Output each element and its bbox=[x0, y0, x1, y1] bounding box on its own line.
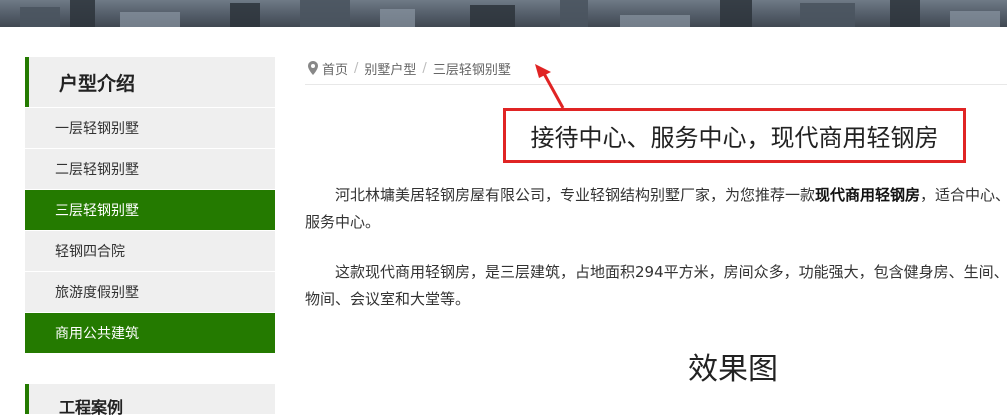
article-paragraph-2: 这款现代商用轻钢房，是三层建筑，占地面积294平方米，房间众多，功能强大，包含健… bbox=[305, 259, 1007, 313]
location-pin-icon bbox=[308, 61, 318, 75]
title-highlight-box: 接待中心、服务中心，现代商用轻钢房 bbox=[503, 108, 966, 163]
article-title: 接待中心、服务中心，现代商用轻钢房 bbox=[530, 124, 939, 152]
paragraph-2-text: 这款现代商用轻钢房，是三层建筑，占地面积294平方米，房间众多，功能强大，包含健… bbox=[305, 263, 1007, 308]
paragraph-1-bold: 现代商用轻钢房 bbox=[815, 186, 921, 204]
paragraph-1-text: 河北林墉美居轻钢房屋有限公司，专业轻钢结构别墅厂家，为您推荐一款 bbox=[335, 186, 816, 204]
sidebar: 户型介绍 一层轻钢别墅 二层轻钢别墅 三层轻钢别墅 轻钢四合院 旅游度假别墅 商用公共建筑 bbox=[25, 57, 275, 353]
breadcrumb-villa-types-link[interactable]: 别墅户型 bbox=[364, 59, 416, 78]
sidebar-item[interactable]: 一层轻钢别墅 bbox=[25, 108, 275, 148]
section-heading: 效果图 bbox=[688, 352, 778, 387]
breadcrumb-separator: / bbox=[422, 60, 427, 76]
breadcrumb-home-link[interactable]: 首页 bbox=[322, 59, 348, 78]
sidebar-title: 户型介绍 bbox=[25, 57, 275, 107]
article-paragraph-1: 河北林墉美居轻钢房屋有限公司，专业轻钢结构别墅厂家，为您推荐一款现代商用轻钢房，… bbox=[305, 182, 1007, 236]
sidebar-list: 一层轻钢别墅 二层轻钢别墅 三层轻钢别墅 轻钢四合院 旅游度假别墅 商用公共建筑 bbox=[25, 108, 275, 353]
breadcrumb-separator: / bbox=[354, 60, 359, 76]
breadcrumb: 首页 / 别墅户型 / 三层轻钢别墅 bbox=[308, 58, 511, 78]
sidebar-item[interactable]: 商用公共建筑 bbox=[25, 313, 275, 353]
sidebar-item[interactable]: 旅游度假别墅 bbox=[25, 272, 275, 312]
sidebar-second-title: 工程案例 bbox=[25, 384, 275, 417]
breadcrumb-current-link[interactable]: 三层轻钢别墅 bbox=[433, 59, 511, 78]
sidebar-item[interactable]: 三层轻钢别墅 bbox=[25, 190, 275, 230]
sidebar-item[interactable]: 轻钢四合院 bbox=[25, 231, 275, 271]
header-banner-image bbox=[0, 0, 1007, 27]
breadcrumb-divider bbox=[305, 84, 1007, 85]
sidebar-item[interactable]: 二层轻钢别墅 bbox=[25, 149, 275, 189]
